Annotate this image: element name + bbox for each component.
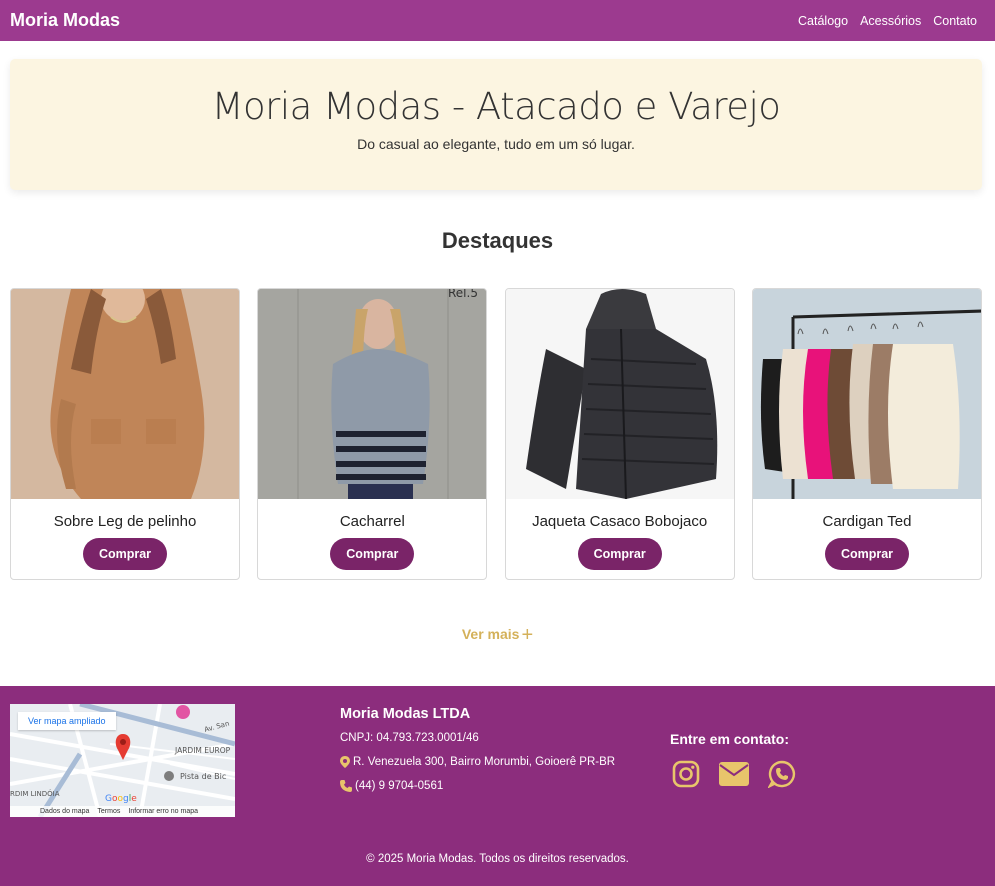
- product-grid: Sobre Leg de pelinho Comprar Rel.5 Cacha…: [10, 288, 982, 580]
- product-name: Jaqueta Casaco Bobojaco: [532, 513, 708, 530]
- contact-section: Entre em contato:: [670, 731, 798, 789]
- address-line: R. Venezuela 300, Bairro Morumbi, Goioer…: [340, 756, 615, 768]
- embedded-map[interactable]: JARDIM EUROP Pista de Bic RDIM LINDÓIA A…: [10, 704, 235, 817]
- whatsapp-icon[interactable]: [766, 759, 798, 789]
- product-card: Rel.5 Cacharrel Comprar: [257, 288, 488, 580]
- svg-text:Pista de Bic: Pista de Bic: [180, 772, 226, 781]
- buy-button[interactable]: Comprar: [82, 538, 168, 570]
- svg-text:Google: Google: [105, 794, 137, 804]
- navbar: Moria Modas Catálogo Acessórios Contato: [0, 0, 995, 41]
- map-terms-link[interactable]: Termos: [97, 808, 120, 815]
- see-more-label: Ver mais: [461, 626, 520, 642]
- nav-link-acessorios[interactable]: Acessórios: [860, 14, 921, 28]
- copyright: © 2025 Moria Modas. Todos os direitos re…: [366, 853, 629, 865]
- product-image[interactable]: Rel.5: [258, 289, 487, 499]
- buy-button[interactable]: Comprar: [330, 538, 415, 570]
- product-card: Cardigan Ted Comprar: [751, 288, 982, 580]
- product-name: Sobre Leg de pelinho: [53, 513, 197, 530]
- footer: JARDIM EUROP Pista de Bic RDIM LINDÓIA A…: [0, 686, 995, 886]
- social-links: [670, 759, 798, 789]
- see-more-link[interactable]: Ver mais +: [0, 624, 995, 647]
- product-name: Cacharrel: [339, 513, 405, 530]
- cnpj-text: CNPJ: 04.793.723.0001/46: [340, 732, 479, 744]
- nav-links: Catálogo Acessórios Contato: [798, 14, 977, 28]
- nav-link-catalogo[interactable]: Catálogo: [798, 14, 848, 28]
- product-card: Sobre Leg de pelinho Comprar: [10, 288, 240, 580]
- phone-icon: [340, 780, 352, 792]
- product-image[interactable]: [11, 289, 239, 499]
- plus-icon: +: [521, 624, 534, 646]
- cnpj-line: CNPJ: 04.793.723.0001/46: [340, 732, 615, 744]
- map-report-link[interactable]: Informar erro no mapa: [128, 808, 198, 815]
- phone-text: (44) 9 9704-0561: [355, 780, 444, 792]
- map-data-link[interactable]: Dados do mapa: [40, 808, 89, 815]
- buy-button[interactable]: Comprar: [824, 538, 910, 570]
- address-text: R. Venezuela 300, Bairro Morumbi, Goioer…: [353, 756, 616, 768]
- svg-text:RDIM LINDÓIA: RDIM LINDÓIA: [10, 789, 60, 798]
- svg-text:JARDIM EUROP: JARDIM EUROP: [174, 746, 231, 755]
- product-card: Jaqueta Casaco Bobojaco Comprar: [504, 288, 735, 580]
- phone-line: (44) 9 9704-0561: [340, 780, 615, 792]
- brand-logo-link[interactable]: Moria Modas: [10, 10, 120, 31]
- product-image[interactable]: [505, 289, 734, 499]
- hero-title: Moria Modas - Atacado e Varejo: [211, 85, 781, 128]
- envelope-icon[interactable]: [718, 759, 750, 789]
- contact-title: Entre em contato:: [670, 731, 790, 747]
- location-pin-icon: [340, 756, 350, 768]
- view-larger-map-link[interactable]: Ver mapa ampliado: [18, 712, 116, 730]
- company-name: Moria Modas LTDA: [340, 706, 471, 722]
- hero-banner: Moria Modas - Atacado e Varejo Do casual…: [10, 59, 982, 190]
- nav-link-contato[interactable]: Contato: [933, 14, 977, 28]
- map-attribution: Dados do mapa Termos Informar erro no ma…: [10, 806, 235, 817]
- svg-text:Rel.5: Rel.5: [448, 289, 478, 300]
- product-image[interactable]: [752, 289, 981, 499]
- hero-subtitle: Do casual ao elegante, tudo em um só lug…: [357, 136, 635, 152]
- buy-button[interactable]: Comprar: [577, 538, 662, 570]
- product-name: Cardigan Ted: [822, 513, 912, 530]
- company-info: Moria Modas LTDA CNPJ: 04.793.723.0001/4…: [340, 706, 615, 792]
- featured-title: Destaques: [441, 228, 554, 253]
- instagram-icon[interactable]: [670, 759, 702, 789]
